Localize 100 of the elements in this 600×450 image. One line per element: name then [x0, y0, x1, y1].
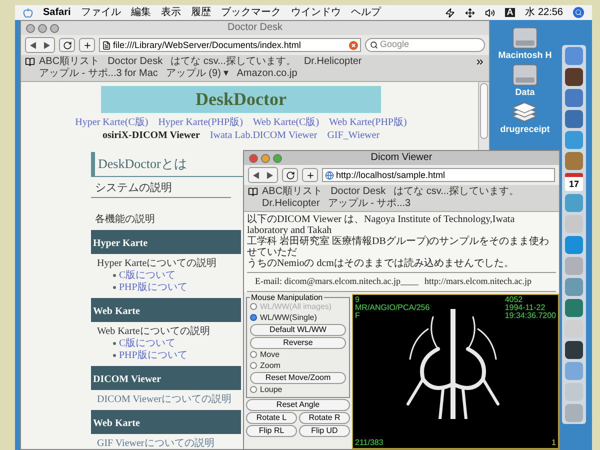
input-mode-indicator[interactable]: A — [504, 8, 516, 17]
more-bookmarks-icon[interactable] — [475, 57, 485, 67]
close-button[interactable] — [26, 24, 35, 32]
reload-button[interactable] — [59, 38, 75, 52]
search-icon[interactable] — [573, 7, 584, 18]
push-button[interactable]: Reset Move/Zoom — [250, 372, 346, 384]
reload-button[interactable] — [282, 168, 298, 182]
item-text: システムの説明 — [91, 180, 231, 198]
radio-label: WL/WW(All images) — [260, 302, 332, 310]
image-overlay-text: 211/383 — [355, 439, 384, 447]
apple-menu-icon[interactable] — [23, 8, 33, 18]
description-link[interactable]: DICOM Viewerについての説明 — [91, 394, 241, 406]
menu-item[interactable]: 表示 — [160, 8, 181, 18]
stop-loading-icon — [349, 40, 358, 50]
bookmark-link[interactable]: ABC順リスト — [39, 56, 100, 68]
nav-link[interactable]: Web Karte(C版) — [252, 116, 320, 129]
push-button[interactable]: Reset Angle — [246, 398, 350, 410]
speaker-icon[interactable] — [484, 8, 495, 18]
icon-label[interactable]: Data — [515, 88, 535, 97]
radio-button[interactable] — [250, 314, 257, 321]
radio-button[interactable] — [250, 351, 257, 358]
address-field[interactable]: http://localhost/sample.html — [322, 168, 555, 182]
open-book-icon[interactable] — [248, 187, 258, 197]
menu-item[interactable]: Safari — [43, 8, 71, 18]
bullet-icon — [113, 342, 116, 345]
menu-clock[interactable]: 水 22:56 — [525, 8, 563, 18]
menu-item[interactable]: ヘルプ — [350, 8, 381, 18]
menu-item[interactable]: ファイル — [80, 8, 121, 18]
nav-link[interactable]: Hyper Karte(PHP版) — [158, 116, 243, 129]
lightning-icon[interactable] — [444, 8, 455, 18]
sub-link[interactable]: PHP版について — [119, 282, 188, 294]
push-button[interactable]: Reverse — [250, 336, 346, 348]
bookmark-link[interactable]: Doctor Desk — [330, 186, 386, 198]
app-icon[interactable] — [565, 68, 583, 86]
bookmark-link[interactable]: Dr.Helicopter — [262, 198, 320, 210]
radio-label: Zoom — [260, 362, 280, 370]
calendar-icon[interactable]: 17 — [565, 173, 583, 191]
nav-link[interactable]: Web Karte(PHP版) — [329, 116, 407, 129]
bookmark-link[interactable]: アップル (9) ▾ — [166, 68, 229, 80]
hard-drive-icon[interactable] — [512, 64, 538, 86]
zoom-button[interactable] — [273, 154, 282, 162]
sub-link[interactable]: C版について — [119, 338, 176, 350]
search-field[interactable]: Google — [365, 38, 485, 52]
app-icon[interactable] — [565, 341, 583, 359]
menu-item[interactable]: 編集 — [130, 8, 151, 18]
page-icon — [102, 40, 111, 50]
plus-icon — [82, 40, 92, 50]
bookmark-link[interactable]: ABC順リスト — [262, 186, 323, 198]
search-input[interactable]: Google — [380, 38, 470, 52]
radio-button[interactable] — [250, 386, 257, 393]
bookmark-link[interactable]: はてな csv...探しています。 — [170, 56, 296, 68]
website-link[interactable]: http://mars.elcom.nitech.ac.jp — [424, 275, 532, 288]
reload-icon — [62, 40, 72, 50]
minimize-button[interactable] — [38, 24, 47, 32]
bookmark-link[interactable]: Dr.Helicopter — [304, 56, 362, 68]
app-icon[interactable] — [565, 299, 583, 317]
nav-link[interactable]: Iwata Lab.DICOM Viewer — [210, 129, 318, 142]
bookmark-link[interactable]: アップル - サポ...3 — [328, 198, 411, 210]
push-button[interactable]: Flip RL — [246, 424, 297, 436]
window-title: Dicom Viewer — [370, 153, 434, 163]
menu-item[interactable]: ウインドウ — [290, 8, 341, 18]
image-overlay-text: 4052 — [504, 296, 524, 304]
item-text: 各機能の説明 — [94, 212, 155, 226]
minimize-button[interactable] — [261, 154, 270, 162]
push-button[interactable]: Rotate L — [246, 412, 297, 424]
push-button[interactable]: Default WL/WW — [250, 324, 346, 336]
bookmark-link[interactable]: Amazon.co.jp — [236, 68, 298, 80]
hard-drive-icon[interactable] — [512, 27, 538, 49]
image-overlay-text: 19:34:36.7200 — [504, 312, 556, 320]
address-field[interactable]: file:///Library/WebServer/Documents/index.html — [99, 38, 361, 52]
push-button[interactable]: Flip UD — [299, 424, 350, 436]
bookmark-link[interactable]: はてな csv...探しています。 — [394, 186, 519, 198]
sub-link[interactable]: C版について — [119, 270, 176, 282]
description-link[interactable]: GIF Viewerについての説明 — [91, 438, 241, 449]
bookmark-link[interactable]: Doctor Desk — [108, 56, 163, 68]
nav-link[interactable]: Hyper Karte(C版) — [75, 116, 148, 129]
heading-text: DeskDoctorとは — [98, 156, 187, 171]
nav-link[interactable]: GIF_Wiewer — [327, 129, 380, 142]
plus-icon — [306, 170, 314, 180]
radio-button[interactable] — [250, 362, 257, 369]
radio-label: Loupe — [260, 386, 282, 394]
close-button[interactable] — [249, 154, 258, 162]
paper-stack-icon[interactable] — [511, 101, 538, 123]
image-overlay-text: F — [355, 312, 361, 320]
icon-label[interactable]: Macintosh H — [498, 51, 552, 60]
zoom-button[interactable] — [50, 24, 59, 32]
image-overlay-text: 1994-11-22 — [504, 304, 546, 312]
open-book-icon[interactable] — [25, 57, 35, 67]
icon-label[interactable]: drugreceipt — [500, 125, 550, 134]
push-button[interactable]: Rotate R — [299, 412, 350, 424]
add-bookmark-button[interactable] — [302, 168, 318, 182]
sub-link[interactable]: PHP版について — [119, 350, 188, 362]
menu-item[interactable]: 履歴 — [190, 8, 211, 18]
menu-item[interactable]: ブックマーク — [220, 8, 281, 18]
app-icon[interactable] — [565, 110, 583, 128]
add-bookmark-button[interactable] — [79, 38, 95, 52]
crosshair-arrows-icon[interactable] — [464, 8, 475, 18]
section-title: Hyper Karte — [93, 238, 148, 248]
bookmark-link[interactable]: アップル - サポ...3 for Mac — [39, 68, 158, 80]
nav-text: osiriX-DICOM Viewer — [102, 129, 200, 142]
